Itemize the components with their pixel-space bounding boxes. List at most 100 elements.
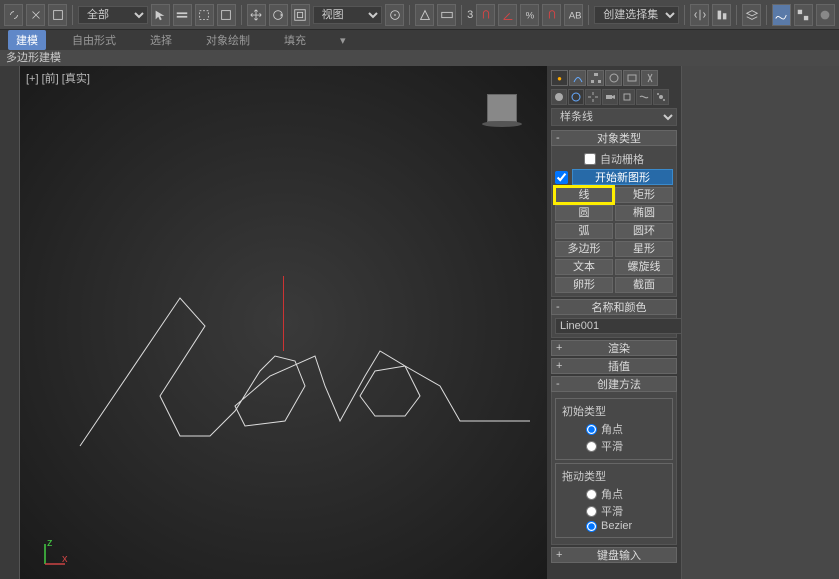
- selection-set-dropdown[interactable]: 创建选择集: [594, 6, 679, 24]
- initial-type-fieldset: 初始类型 角点 平滑: [555, 398, 673, 460]
- shape-btn-star[interactable]: 星形: [615, 241, 673, 257]
- auto-grid-row: 自动栅格: [555, 151, 673, 167]
- select-name-icon[interactable]: [173, 4, 192, 26]
- tab-freeform[interactable]: 自由形式: [64, 30, 124, 50]
- utilities-tab-icon[interactable]: [641, 70, 658, 86]
- shape-btn-circle[interactable]: 圆: [555, 205, 613, 221]
- shape-btn-egg[interactable]: 卵形: [555, 277, 613, 293]
- schematic-icon[interactable]: [794, 4, 813, 26]
- initial-smooth-radio[interactable]: [586, 441, 597, 452]
- spinner-snap-icon[interactable]: [542, 4, 561, 26]
- select-rect-icon[interactable]: [195, 4, 214, 26]
- create-tab-icon[interactable]: [551, 70, 568, 86]
- rollout-header-name-color[interactable]: -名称和颜色: [551, 299, 677, 315]
- start-new-checkbox[interactable]: [555, 171, 568, 184]
- drag-corner-radio[interactable]: [586, 489, 597, 500]
- numeric-3-label: 3: [467, 9, 473, 21]
- curve-editor-icon[interactable]: [772, 4, 791, 26]
- initial-type-label: 初始类型: [562, 403, 668, 419]
- shape-buttons-grid: 线 矩形 圆 椭圆 弧 圆环 多边形 星形 文本 螺旋线 卵形 截面: [555, 187, 673, 293]
- geometry-icon[interactable]: [551, 89, 567, 105]
- drag-type-label: 拖动类型: [562, 468, 668, 484]
- auto-grid-checkbox[interactable]: [584, 153, 596, 165]
- initial-corner-radio[interactable]: [586, 424, 597, 435]
- shape-btn-ngon[interactable]: 多边形: [555, 241, 613, 257]
- link-icon[interactable]: [4, 4, 23, 26]
- shapes-icon[interactable]: [568, 89, 584, 105]
- tab-populate[interactable]: 填充: [276, 30, 314, 50]
- mirror-icon[interactable]: [690, 4, 709, 26]
- systems-icon[interactable]: [653, 89, 669, 105]
- modify-tab-icon[interactable]: [569, 70, 586, 86]
- select-window-icon[interactable]: [217, 4, 236, 26]
- main-toolbar: 全部 视图 3 % ABC 创建选择集: [0, 0, 839, 30]
- helpers-icon[interactable]: [619, 89, 635, 105]
- tab-modeling[interactable]: 建模: [8, 30, 46, 50]
- layers-icon[interactable]: [742, 4, 761, 26]
- move-icon[interactable]: [247, 4, 266, 26]
- manipulate-icon[interactable]: [415, 4, 434, 26]
- shape-type-dropdown[interactable]: 样条线: [551, 108, 677, 126]
- rollout-header-object-type[interactable]: -对象类型: [551, 130, 677, 146]
- rotate-icon[interactable]: [269, 4, 288, 26]
- snap-toggle-icon[interactable]: [476, 4, 495, 26]
- shape-btn-arc[interactable]: 弧: [555, 223, 613, 239]
- viewcube[interactable]: [487, 94, 517, 122]
- align-icon[interactable]: [712, 4, 731, 26]
- motion-tab-icon[interactable]: [605, 70, 622, 86]
- viewport-label[interactable]: [+] [前] [真实]: [26, 70, 90, 86]
- viewport[interactable]: [+] [前] [真实] z x: [20, 66, 547, 579]
- filter-dropdown[interactable]: 全部: [78, 6, 148, 24]
- shape-btn-section[interactable]: 截面: [615, 277, 673, 293]
- tab-select[interactable]: 选择: [142, 30, 180, 50]
- rollout-header-interpolation[interactable]: +插值: [551, 358, 677, 374]
- ribbon-expand-icon[interactable]: ▾: [332, 32, 354, 49]
- shape-btn-ellipse[interactable]: 椭圆: [615, 205, 673, 221]
- rollout-keyboard: +键盘输入: [551, 547, 677, 563]
- shape-btn-helix[interactable]: 螺旋线: [615, 259, 673, 275]
- unlink-icon[interactable]: [26, 4, 45, 26]
- panel-category-tabs: [551, 70, 677, 86]
- drag-type-fieldset: 拖动类型 角点 平滑 Bezier: [555, 463, 673, 538]
- svg-text:x: x: [62, 553, 68, 565]
- svg-text:ABC: ABC: [569, 10, 581, 21]
- percent-snap-icon[interactable]: %: [520, 4, 539, 26]
- start-new-shape-button[interactable]: 开始新图形: [572, 169, 673, 185]
- tab-objectpaint[interactable]: 对象绘制: [198, 30, 258, 50]
- rollout-name-color: -名称和颜色: [551, 299, 677, 338]
- axis-gizmo: z x: [40, 539, 70, 569]
- spline-drawing: [60, 266, 540, 456]
- keyboard-shortcut-icon[interactable]: [437, 4, 456, 26]
- center-icon[interactable]: [385, 4, 404, 26]
- main-area: [+] [前] [真实] z x: [0, 66, 839, 579]
- module-label: 多边形建模: [0, 50, 839, 66]
- cameras-icon[interactable]: [602, 89, 618, 105]
- ribbon-tabs: 建模 自由形式 选择 对象绘制 填充 ▾: [0, 30, 839, 50]
- select-icon[interactable]: [151, 4, 170, 26]
- shape-btn-line[interactable]: 线: [555, 187, 613, 203]
- shape-btn-rect[interactable]: 矩形: [615, 187, 673, 203]
- material-editor-icon[interactable]: [816, 4, 835, 26]
- bind-icon[interactable]: [48, 4, 67, 26]
- shape-btn-donut[interactable]: 圆环: [615, 223, 673, 239]
- drag-smooth-radio[interactable]: [586, 506, 597, 517]
- rollout-object-type: -对象类型 自动栅格 开始新图形 线 矩形 圆 椭圆: [551, 130, 677, 297]
- rollout-header-keyboard[interactable]: +键盘输入: [551, 547, 677, 563]
- rollout-render: +渲染: [551, 340, 677, 356]
- display-tab-icon[interactable]: [623, 70, 640, 86]
- command-panel: 样条线 -对象类型 自动栅格 开始新图形 线 矩形 圆: [547, 66, 681, 579]
- shape-btn-text[interactable]: 文本: [555, 259, 613, 275]
- scale-icon[interactable]: [291, 4, 310, 26]
- rollout-header-render[interactable]: +渲染: [551, 340, 677, 356]
- ref-coord-dropdown[interactable]: 视图: [313, 6, 383, 24]
- rollout-creation-method: -创建方法 初始类型 角点 平滑 拖动类型 角点 平滑 Bezier: [551, 376, 677, 545]
- rollout-header-creation-method[interactable]: -创建方法: [551, 376, 677, 392]
- rollout-interpolation: +插值: [551, 358, 677, 374]
- drag-bezier-radio[interactable]: [586, 521, 597, 532]
- lights-icon[interactable]: [585, 89, 601, 105]
- left-strip: [0, 66, 20, 579]
- angle-snap-icon[interactable]: [498, 4, 517, 26]
- hierarchy-tab-icon[interactable]: [587, 70, 604, 86]
- edit-text-icon[interactable]: ABC: [564, 4, 583, 26]
- spacewarps-icon[interactable]: [636, 89, 652, 105]
